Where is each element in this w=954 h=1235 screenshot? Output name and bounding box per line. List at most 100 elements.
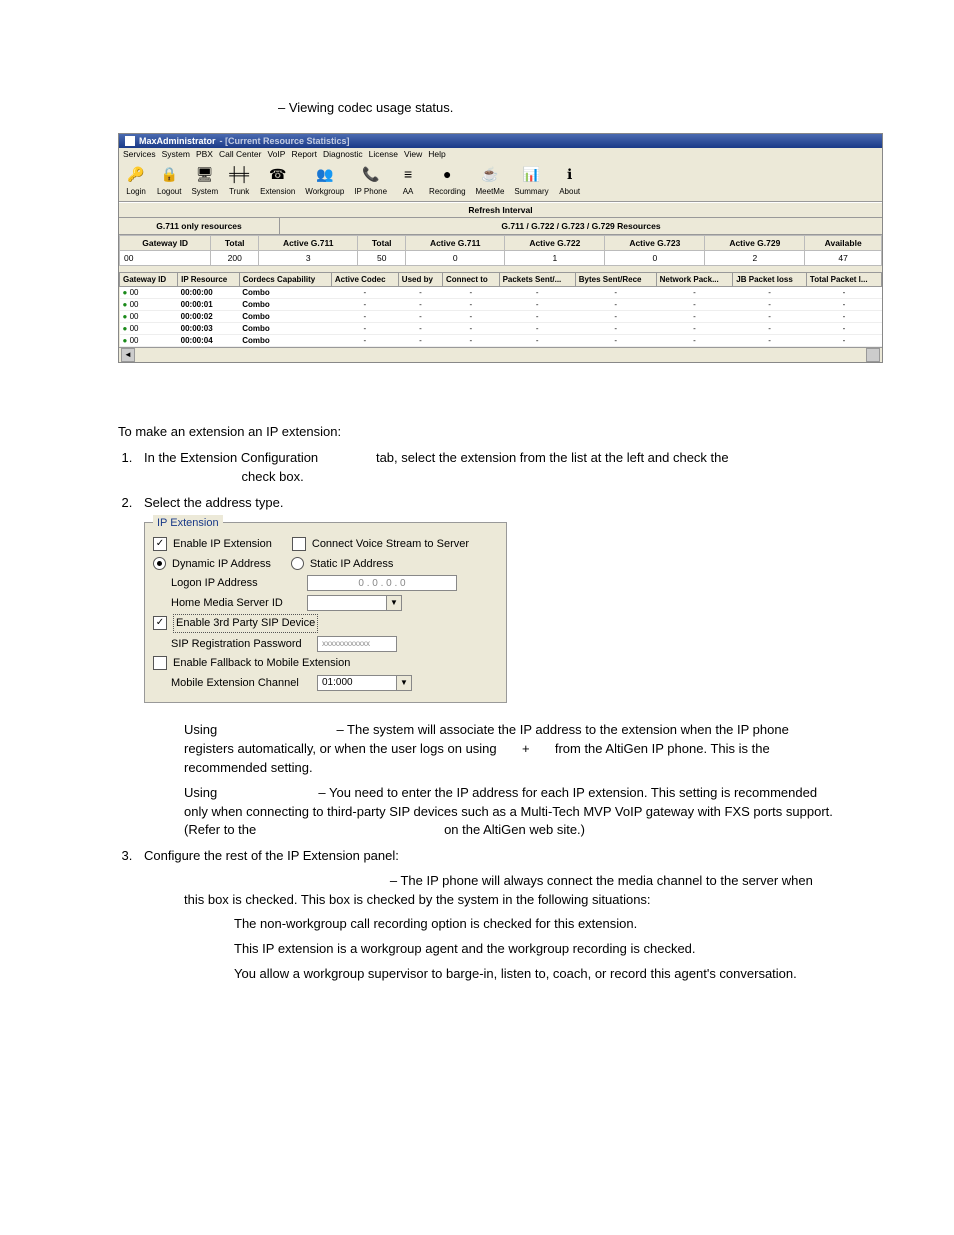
login-icon: 🔑	[125, 164, 147, 186]
toolbar-label: MeetMe	[476, 188, 505, 197]
cell: -	[499, 286, 575, 298]
detail-col: Bytes Sent/Rece	[575, 272, 656, 286]
menu-diagnostic[interactable]: Diagnostic	[323, 149, 363, 159]
toolbar-extension-button[interactable]: ☎Extension	[260, 164, 295, 197]
scroll-right-icon[interactable]	[866, 348, 880, 362]
menu-pbx[interactable]: PBX	[196, 149, 213, 159]
cell-gw: 00	[120, 250, 211, 265]
dropdown-icon[interactable]: ▼	[387, 595, 402, 611]
toolbar-system-button[interactable]: 🖥System	[191, 164, 218, 197]
toolbar-aa-button[interactable]: ≡AA	[397, 164, 419, 197]
logon-ip-field[interactable]: 0 . 0 . 0 . 0	[307, 575, 457, 591]
summary-table: Gateway ID Total Active G.711 Total Acti…	[119, 235, 882, 266]
cell: -	[499, 334, 575, 346]
menu-view[interactable]: View	[404, 149, 422, 159]
recording-icon: ●	[436, 164, 458, 186]
connect-vs-checkbox[interactable]	[292, 537, 306, 551]
menu-report[interactable]: Report	[291, 149, 317, 159]
cell: -	[656, 286, 733, 298]
toolbar-label: System	[191, 188, 218, 197]
intro-line: – Viewing codec usage status.	[278, 100, 836, 115]
static-ip-radio[interactable]	[291, 557, 304, 570]
menu-voip[interactable]: VoIP	[267, 149, 285, 159]
detail-col: JB Packet loss	[733, 272, 807, 286]
cell: 1	[505, 250, 605, 265]
cell: 0	[605, 250, 705, 265]
toolbar-logout-button[interactable]: 🔒Logout	[157, 164, 181, 197]
mobile-ch-field[interactable]: 01:000	[317, 675, 397, 691]
resources-title: G.711 / G.722 / G.723 / G.729 Resources	[280, 218, 882, 235]
menu-services[interactable]: Services	[123, 149, 156, 159]
menu-system[interactable]: System	[162, 149, 190, 159]
detail-col: IP Resource	[178, 272, 240, 286]
table-row[interactable]: ● 0000:00:03Combo--------	[120, 322, 882, 334]
cell: 50	[358, 250, 406, 265]
cell: Combo	[239, 286, 331, 298]
table-row[interactable]: ● 0000:00:04Combo--------	[120, 334, 882, 346]
app-title: MaxAdministrator	[139, 136, 216, 146]
table-row[interactable]: ● 0000:00:02Combo--------	[120, 310, 882, 322]
cell: -	[575, 286, 656, 298]
toolbar-label: IP Phone	[354, 188, 387, 197]
cell: -	[499, 322, 575, 334]
cell: ● 00	[120, 286, 178, 298]
detail-col: Packets Sent/...	[499, 272, 575, 286]
app-subtitle: - [Current Resource Statistics]	[220, 136, 350, 146]
cell: 2	[705, 250, 805, 265]
cell: -	[806, 310, 881, 322]
sip-pw-label: SIP Registration Password	[171, 636, 311, 653]
detail-col: Active Codec	[331, 272, 398, 286]
logout-icon: 🔒	[158, 164, 180, 186]
toolbar-meetme-button[interactable]: ☕MeetMe	[476, 164, 505, 197]
bullet-3: You allow a workgroup supervisor to barg…	[234, 965, 836, 984]
menu-callcenter[interactable]: Call Center	[219, 149, 262, 159]
workgroup-icon: 👥	[314, 164, 336, 186]
third-party-label: Enable 3rd Party SIP Device	[173, 614, 318, 633]
toolbar-ipphone-button[interactable]: 📞IP Phone	[354, 164, 387, 197]
toolbar-workgroup-button[interactable]: 👥Workgroup	[305, 164, 344, 197]
cvs-desc: – The IP phone will always connect the m…	[184, 872, 836, 910]
cell: 00:00:02	[178, 310, 240, 322]
toolbar-summary-button[interactable]: 📊Summary	[514, 164, 548, 197]
toolbar-recording-button[interactable]: ●Recording	[429, 164, 465, 197]
cell: -	[806, 286, 881, 298]
cell: -	[733, 298, 807, 310]
toolbar-label: Login	[125, 188, 147, 197]
cell: -	[806, 334, 881, 346]
cell: 47	[805, 250, 882, 265]
menu-license[interactable]: License	[369, 149, 398, 159]
app-window: MaxAdministrator - [Current Resource Sta…	[118, 133, 883, 363]
toolbar-trunk-button[interactable]: ╪╪Trunk	[228, 164, 250, 197]
menu-help[interactable]: Help	[428, 149, 445, 159]
scroll-left-icon[interactable]: ◄	[121, 348, 135, 362]
dropdown-icon[interactable]: ▼	[397, 675, 412, 691]
menubar: Services System PBX Call Center VoIP Rep…	[119, 148, 882, 160]
toolbar-label: About	[559, 188, 581, 197]
fallback-label: Enable Fallback to Mobile Extension	[173, 655, 350, 672]
table-row[interactable]: ● 0000:00:01Combo--------	[120, 298, 882, 310]
third-party-checkbox[interactable]: ✓	[153, 616, 167, 630]
connect-vs-label: Connect Voice Stream to Server	[312, 536, 469, 553]
dynamic-ip-radio[interactable]	[153, 557, 166, 570]
about-icon: ℹ	[559, 164, 581, 186]
detail-col: Gateway ID	[120, 272, 178, 286]
cell: 00:00:04	[178, 334, 240, 346]
scrollbar[interactable]: ◄	[119, 347, 882, 362]
cell: 3	[259, 250, 358, 265]
fallback-checkbox[interactable]	[153, 656, 167, 670]
logon-ip-label: Logon IP Address	[171, 575, 301, 592]
toolbar-label: AA	[397, 188, 419, 197]
detail-col: Network Pack...	[656, 272, 733, 286]
enable-ip-label: Enable IP Extension	[173, 536, 272, 553]
mobile-ch-label: Mobile Extension Channel	[171, 675, 311, 692]
enable-ip-checkbox[interactable]: ✓	[153, 537, 167, 551]
col-g722: Active G.722	[505, 235, 605, 250]
cell: -	[806, 298, 881, 310]
toolbar-login-button[interactable]: 🔑 Login	[125, 164, 147, 197]
table-row[interactable]: ● 0000:00:00Combo--------	[120, 286, 882, 298]
detail-col: Used by	[398, 272, 442, 286]
home-server-field[interactable]	[307, 595, 387, 611]
toolbar-about-button[interactable]: ℹ About	[559, 164, 581, 197]
cell: -	[331, 298, 398, 310]
sip-pw-field[interactable]: xxxxxxxxxxxx	[317, 636, 397, 652]
